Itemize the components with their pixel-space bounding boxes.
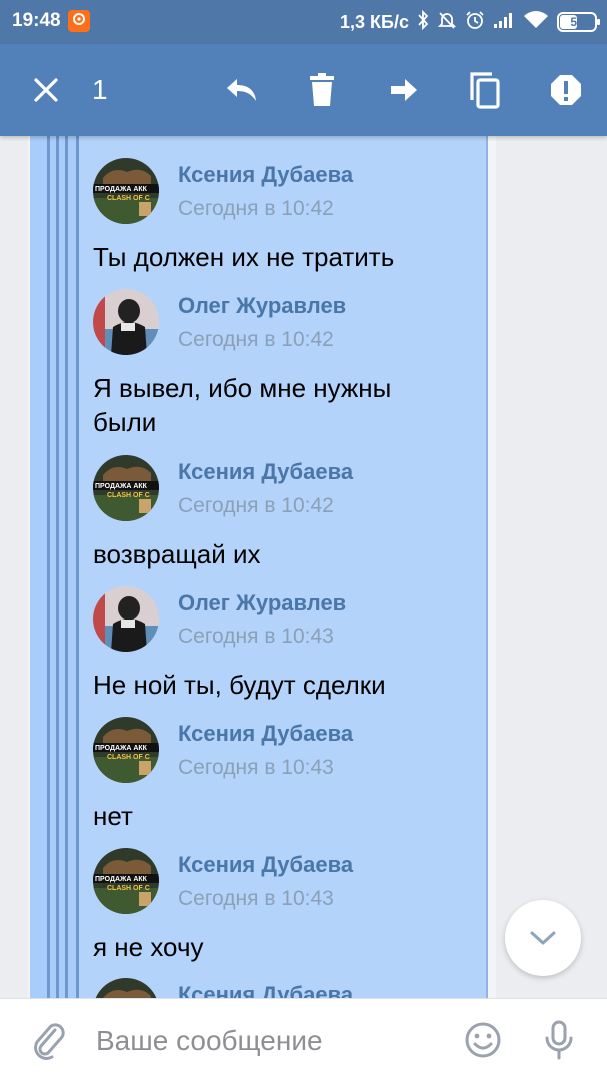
report-button[interactable] — [542, 66, 590, 114]
selected-count: 1 — [92, 74, 108, 105]
message-author[interactable]: Ксения Дубаева — [178, 162, 353, 188]
paperclip-icon — [34, 1023, 65, 1060]
message-time: Сегодня в 10:42 — [178, 494, 334, 517]
avatar[interactable] — [93, 289, 159, 355]
wifi-icon — [523, 10, 549, 35]
battery-icon: 51 — [557, 12, 600, 32]
avatar-text: CLASH OF C — [107, 492, 150, 499]
message-composer — [0, 998, 607, 1080]
battery-tip — [597, 19, 600, 25]
reply-button[interactable] — [218, 66, 266, 114]
forward-line — [47, 136, 50, 998]
avatar-text: CLASH OF C — [107, 885, 150, 892]
close-icon — [34, 78, 58, 102]
forwarded-message: Ксения Дубаева — [93, 978, 473, 998]
forward-icon — [391, 79, 417, 101]
forward-line — [56, 136, 59, 998]
message-text: возвращай их — [93, 539, 261, 569]
forward-button[interactable] — [380, 66, 428, 114]
attach-button[interactable] — [26, 1017, 72, 1063]
close-button[interactable] — [22, 66, 70, 114]
message-author[interactable]: Олег Журавлев — [178, 293, 346, 319]
network-speed: 1,3 КБ/с — [340, 11, 409, 32]
signal-icon — [493, 11, 515, 34]
emoji-button[interactable] — [460, 1017, 506, 1063]
avatar-text: CLASH OF C — [107, 754, 150, 761]
avatar-text: ПРОДАЖА АКК — [95, 876, 148, 883]
battery-level: 51 — [570, 15, 584, 29]
message-text: нет — [93, 801, 133, 831]
avatar-text: CLASH OF C — [107, 195, 150, 202]
avatar[interactable]: ПРОДАЖА АКК CLASH OF C — [93, 848, 159, 914]
message-input[interactable] — [96, 1023, 436, 1059]
forwarded-message: ПРОДАЖА АКК CLASH OF C Ксения Дубаева Сег… — [93, 848, 473, 962]
copy-button[interactable] — [461, 66, 509, 114]
status-time: 19:48 — [12, 10, 61, 31]
avatar[interactable]: ПРОДАЖА АКК CLASH OF C — [93, 158, 159, 224]
message-author[interactable]: Ксения Дубаева — [178, 982, 353, 998]
forwarded-message: Олег Журавлев Сегодня в 10:42 Я вывел, и… — [93, 289, 473, 437]
message-time: Сегодня в 10:42 — [178, 197, 334, 220]
chevron-down-icon — [530, 931, 556, 945]
forwarded-message: Олег Журавлев Сегодня в 10:43 Не ной ты,… — [93, 586, 473, 700]
avatar[interactable] — [93, 586, 159, 652]
microphone-icon — [545, 1020, 573, 1060]
message-time: Сегодня в 10:43 — [178, 625, 334, 648]
selection-toolbar: 1 — [0, 44, 607, 136]
reply-icon — [227, 79, 256, 101]
voice-button[interactable] — [536, 1017, 582, 1063]
avatar[interactable] — [93, 978, 159, 998]
avatar[interactable]: ПРОДАЖА АКК CLASH OF C — [93, 455, 159, 521]
message-time: Сегодня в 10:43 — [178, 756, 334, 779]
message-author[interactable]: Ксения Дубаева — [178, 459, 353, 485]
message-author[interactable]: Ксения Дубаева — [178, 721, 353, 747]
message-text: Не ной ты, будут сделки — [93, 670, 386, 700]
forward-line — [65, 136, 68, 998]
status-bar: 19:48 1,3 КБ/с 51 — [0, 0, 607, 44]
avatar[interactable]: ПРОДАЖА АКК CLASH OF C — [93, 717, 159, 783]
scroll-down-button[interactable] — [505, 900, 581, 976]
forward-line — [76, 136, 79, 998]
copy-icon — [470, 72, 500, 109]
report-icon — [551, 75, 581, 105]
message-text: Я вывел, ибо мне нужны были — [93, 373, 392, 437]
message-text: я не хочу — [93, 932, 204, 962]
delete-button[interactable] — [298, 66, 346, 114]
message-author[interactable]: Олег Журавлев — [178, 590, 346, 616]
message-time: Сегодня в 10:42 — [178, 328, 334, 351]
forwarded-message: ПРОДАЖА АКК CLASH OF C Ксения Дубаева Сег… — [93, 158, 473, 272]
alarm-clock-icon — [465, 10, 485, 35]
notification-icon — [68, 10, 90, 32]
forward-block-border — [486, 136, 488, 998]
delete-icon — [310, 73, 334, 106]
message-time: Сегодня в 10:43 — [178, 887, 334, 910]
avatar-text: ПРОДАЖА АКК — [95, 186, 148, 193]
bluetooth-icon — [417, 9, 429, 35]
emoji-icon — [465, 1022, 501, 1058]
forwarded-message: ПРОДАЖА АКК CLASH OF C Ксения Дубаева Сег… — [93, 717, 473, 831]
status-indicators: 1,3 КБ/с 51 — [340, 8, 600, 36]
message-text: Ты должен их не тратить — [93, 242, 395, 272]
alarm-off-icon — [437, 10, 457, 35]
chat-area[interactable]: ПРОДАЖА АКК CLASH OF C Ксения Дубаева Сег… — [0, 136, 607, 998]
forwarded-message: ПРОДАЖА АКК CLASH OF C Ксения Дубаева Сег… — [93, 455, 473, 569]
message-author[interactable]: Ксения Дубаева — [178, 852, 353, 878]
avatar-text: ПРОДАЖА АКК — [95, 483, 148, 490]
avatar-text: ПРОДАЖА АКК — [95, 745, 148, 752]
